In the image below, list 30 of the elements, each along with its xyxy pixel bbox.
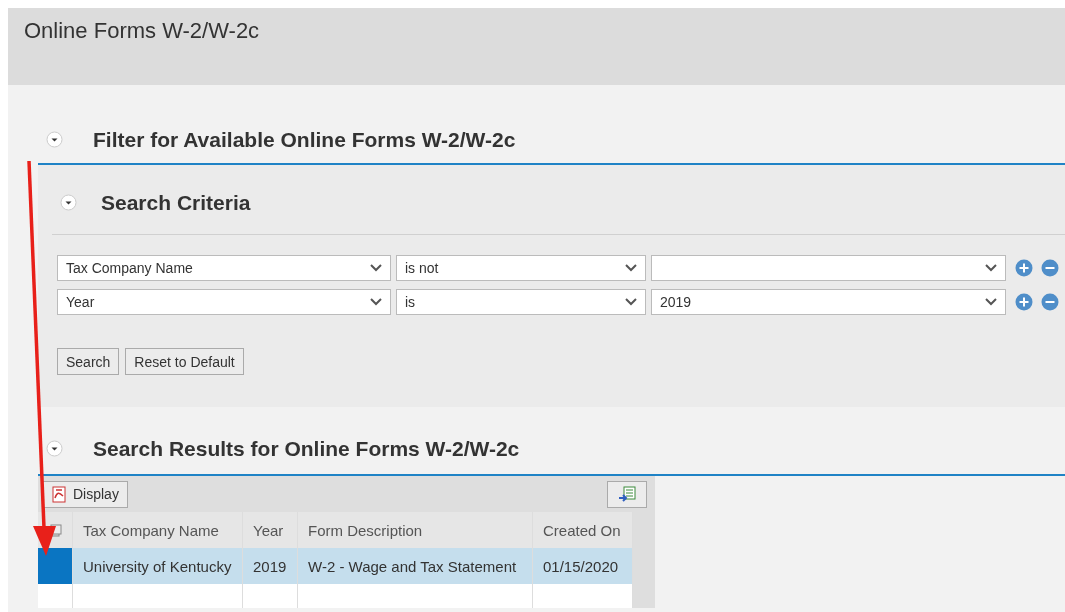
chevron-down-icon: [370, 264, 382, 272]
section-title: Filter for Available Online Forms W-2/W-2c: [93, 127, 516, 152]
chevron-down-icon: [985, 264, 997, 272]
remove-row-icon[interactable]: [1041, 293, 1059, 311]
chevron-down-icon: [370, 298, 382, 306]
row-selector[interactable]: [38, 548, 73, 584]
section-title: Search Results for Online Forms W-2/W-2c: [93, 436, 520, 461]
collapse-toggle-icon[interactable]: [46, 131, 63, 148]
pdf-icon: [51, 485, 67, 503]
export-button[interactable]: [607, 480, 647, 508]
field-dropdown[interactable]: Tax Company Name: [57, 255, 391, 281]
collapse-toggle-icon[interactable]: [46, 440, 63, 457]
field-dropdown[interactable]: Year: [57, 289, 391, 315]
chevron-down-icon: [625, 264, 637, 272]
add-row-icon[interactable]: [1015, 293, 1033, 311]
add-row-icon[interactable]: [1015, 259, 1033, 277]
collapse-toggle-icon[interactable]: [60, 194, 77, 211]
operator-dropdown[interactable]: is: [396, 289, 646, 315]
page-title: Online Forms W-2/W-2c: [24, 18, 261, 44]
chevron-down-icon: [625, 298, 637, 306]
chevron-down-icon: [985, 298, 997, 306]
reset-button[interactable]: Reset to Default: [125, 348, 244, 375]
display-button[interactable]: Display: [42, 480, 128, 508]
value-dropdown[interactable]: [651, 255, 1006, 281]
section-title: Search Criteria: [101, 190, 251, 215]
value-dropdown[interactable]: 2019: [651, 289, 1006, 315]
operator-dropdown[interactable]: is not: [396, 255, 646, 281]
spreadsheet-export-icon: [618, 486, 636, 502]
search-button[interactable]: Search: [57, 348, 120, 375]
remove-row-icon[interactable]: [1041, 259, 1059, 277]
